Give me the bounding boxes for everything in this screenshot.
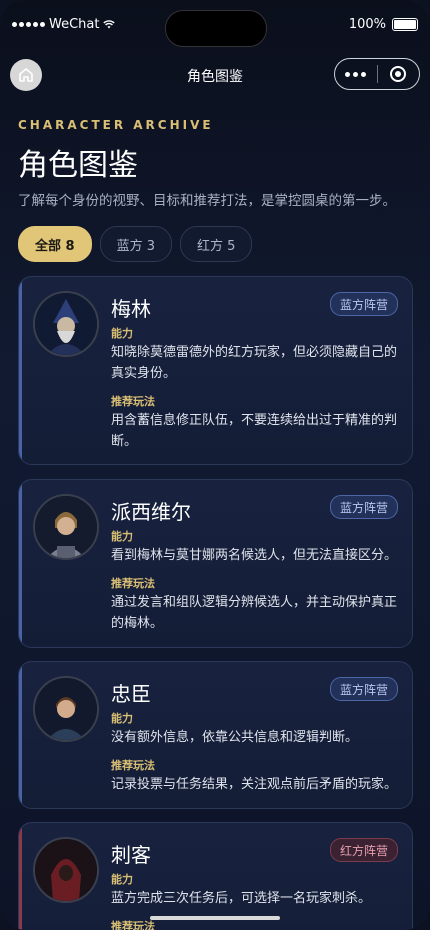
ability-text: 看到梅林与莫甘娜两名候选人，但无法直接区分。 <box>111 548 398 563</box>
carrier-label: WeChat <box>49 17 100 32</box>
faction-badge: 红方阵营 <box>329 838 398 862</box>
page-title: 角色图鉴 <box>18 148 138 183</box>
strategy-text: 用含蓄信息修正队伍，不要连续给出过于精准的判断。 <box>111 413 398 449</box>
faction-filter-tabs: 全部 8 蓝方 3 红方 5 <box>18 226 253 262</box>
character-name: 梅林 <box>111 297 151 321</box>
nav-bar: 角色图鉴 <box>0 50 430 98</box>
section-eyebrow: CHARACTER ARCHIVE <box>18 118 214 132</box>
faction-badge: 蓝方阵营 <box>329 495 398 519</box>
home-indicator[interactable] <box>150 916 280 920</box>
strategy-label: 推荐玩法 <box>111 577 155 590</box>
more-icon[interactable] <box>335 71 377 77</box>
ability-label: 能力 <box>111 327 133 340</box>
strategy-label: 推荐玩法 <box>111 395 155 408</box>
ability-text: 没有额外信息，依靠公共信息和逻辑判断。 <box>111 730 359 745</box>
ability-label: 能力 <box>111 712 133 725</box>
strategy-label: 推荐玩法 <box>111 920 155 930</box>
faction-badge: 蓝方阵营 <box>329 292 398 316</box>
status-left: WeChat <box>12 17 116 32</box>
strategy-text: 记录投票与任务结果，关注观点前后矛盾的玩家。 <box>111 777 398 792</box>
filter-blue[interactable]: 蓝方 3 <box>99 226 172 262</box>
character-card[interactable]: 梅林 蓝方阵营 能力 知晓除莫德雷德外的红方玩家，但必须隐藏自己的真实身份。 推… <box>18 276 413 465</box>
character-name: 忠臣 <box>111 682 151 706</box>
battery-percent: 100% <box>348 17 386 32</box>
character-avatar <box>33 837 99 903</box>
filter-red[interactable]: 红方 5 <box>179 226 253 262</box>
strategy-label: 推荐玩法 <box>111 759 155 772</box>
character-card[interactable]: 派西维尔 蓝方阵营 能力 看到梅林与莫甘娜两名候选人，但无法直接区分。 推荐玩法… <box>18 479 413 648</box>
faction-badge: 蓝方阵营 <box>329 677 398 701</box>
battery-icon <box>392 18 418 31</box>
target-icon <box>390 66 407 82</box>
character-name: 刺客 <box>111 843 151 867</box>
dynamic-island <box>165 10 267 47</box>
screen: WeChat 100% 角色图鉴 CHARACTER ARCHIVE 角色图鉴 … <box>0 0 430 930</box>
ability-text: 蓝方完成三次任务后，可选择一名玩家刺杀。 <box>111 891 372 906</box>
mini-program-capsule <box>334 58 420 90</box>
ability-label: 能力 <box>111 530 133 543</box>
strategy-text: 通过发言和组队逻辑分辨候选人，并主动保护真正的梅林。 <box>111 595 398 631</box>
filter-all[interactable]: 全部 8 <box>18 226 92 262</box>
page-subtitle: 了解每个身份的视野、目标和推荐打法，是掌控圆桌的第一步。 <box>18 193 396 209</box>
status-bar: WeChat 100% <box>0 0 430 47</box>
character-avatar <box>33 291 99 357</box>
character-avatar <box>33 676 99 742</box>
signal-icon <box>12 22 45 27</box>
character-name: 派西维尔 <box>111 500 191 524</box>
ability-label: 能力 <box>111 873 133 886</box>
character-avatar <box>33 494 99 560</box>
ability-text: 知晓除莫德雷德外的红方玩家，但必须隐藏自己的真实身份。 <box>111 345 398 381</box>
status-right: 100% <box>349 17 418 32</box>
character-card[interactable]: 忠臣 蓝方阵营 能力 没有额外信息，依靠公共信息和逻辑判断。 推荐玩法 记录投票… <box>18 661 413 809</box>
character-card[interactable]: 刺客 红方阵营 能力 蓝方完成三次任务后，可选择一名玩家刺杀。 推荐玩法 <box>18 822 413 930</box>
close-target-button[interactable] <box>378 65 420 83</box>
wifi-icon <box>103 20 116 29</box>
